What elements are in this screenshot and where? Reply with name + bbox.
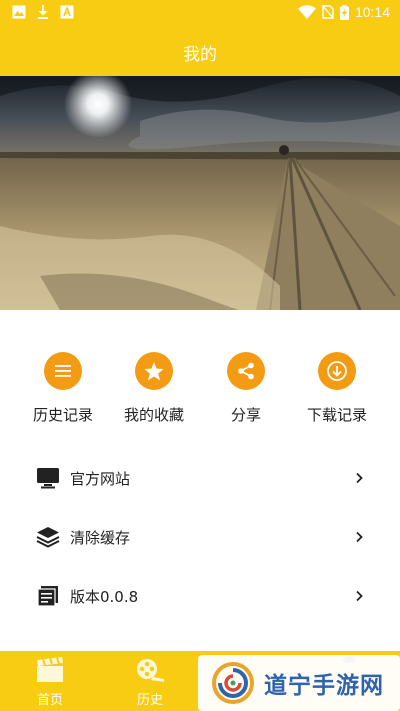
favorites-label: 我的收藏 [123,406,184,424]
app-bar: 我的 [0,28,400,76]
nav-tab-history[interactable]: 历史 [110,651,190,711]
status-bar: 10:14 [0,0,400,28]
download-arrow-icon [318,352,356,390]
menu-item-label: 清除缓存 [70,528,131,547]
menu-item-label: 版本0.0.8 [70,587,139,606]
nav-tab-home-label: 首页 [36,693,63,708]
quick-actions: 历史记录 我的收藏 分享 下载记录 [0,352,400,432]
downloads-button[interactable]: 下载记录 [292,352,382,425]
watermark-logo: 道宁手游网 [198,655,400,711]
nav-tab-home[interactable]: 首页 [10,651,90,711]
favorites-button[interactable]: 我的收藏 [109,352,199,425]
history-button[interactable]: 历史记录 [18,352,108,425]
battery-charging-icon [339,4,349,20]
clapperboard-icon [37,657,63,682]
menu-item-clear-cache[interactable]: 清除缓存 [0,509,400,565]
nav-tab-history-label: 历史 [136,693,163,708]
no-sim-icon [321,5,334,19]
layers-icon [36,525,60,549]
status-time: 10:14 [354,4,390,20]
page-title: 我的 [183,44,217,65]
star-icon [135,352,173,390]
menu-item-official-site[interactable]: 官方网站 [0,450,400,506]
chevron-right-icon [356,531,363,543]
share-label: 分享 [230,406,261,424]
watermark-text: 道宁手游网 [264,673,384,699]
download-icon [38,5,48,19]
chevron-right-icon [356,590,363,602]
menu-item-label: 官方网站 [70,469,131,488]
status-left-icons [12,5,74,19]
banner-image [0,76,400,310]
text-a-icon [60,5,74,19]
chevron-right-icon [356,472,363,484]
menu-item-version[interactable]: 版本0.0.8 [0,568,400,624]
status-right: 10:14 [297,4,390,20]
watermark-swirl-icon [212,662,254,704]
monitor-icon [36,466,60,490]
film-reel-icon [137,659,164,682]
share-icon [227,352,265,390]
share-button[interactable]: 分享 [201,352,291,425]
wifi-icon [297,5,316,19]
image-icon [12,5,26,19]
document-icon [36,584,60,608]
history-label: 历史记录 [32,406,93,424]
list-icon [44,352,82,390]
downloads-label: 下载记录 [306,406,367,424]
